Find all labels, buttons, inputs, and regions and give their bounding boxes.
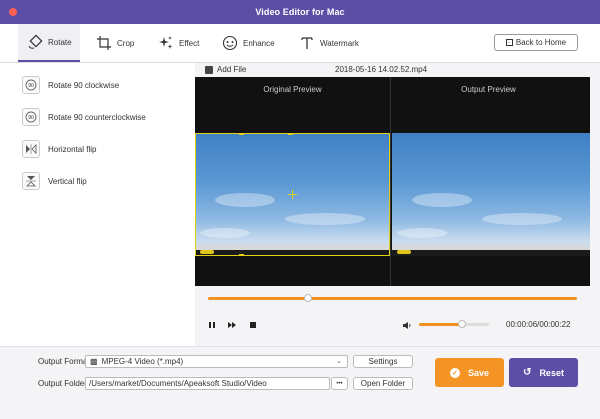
original-preview-label: Original Preview [263, 85, 322, 94]
output-format-label: Output Format: [38, 357, 92, 366]
window-title: Video Editor for Mac [255, 7, 345, 17]
rotate-options-panel: 90 Rotate 90 clockwise 90 Rotate 90 coun… [0, 63, 196, 346]
rotate-clockwise-option[interactable]: 90 Rotate 90 clockwise [22, 75, 119, 95]
crop-icon [97, 36, 111, 50]
back-to-home-button[interactable]: ← Back to Home [494, 34, 578, 51]
reset-icon: ↺ [523, 367, 532, 378]
edit-toolbar: Rotate Crop Effect Enhance Watermark ← B… [0, 24, 600, 63]
fast-forward-icon [227, 322, 236, 328]
progress-bar[interactable] [208, 297, 577, 300]
chevron-down-icon: ⌄ [336, 358, 342, 365]
rotate-clockwise-label: Rotate 90 clockwise [48, 80, 120, 90]
rotate-counterclockwise-label: Rotate 90 counterclockwise [48, 112, 146, 122]
playback-controls: 00:00:06/00:00:22 [195, 286, 590, 346]
tab-watermark[interactable]: Watermark [299, 24, 359, 62]
reset-button[interactable]: ↺ Reset [509, 358, 578, 387]
tab-enhance[interactable]: Enhance [222, 24, 275, 62]
fast-forward-button[interactable] [226, 319, 238, 331]
output-folder-value: /Users/market/Documents/Apeaksoft Studio… [89, 379, 267, 388]
crosshair-icon [288, 190, 297, 199]
pause-button[interactable] [206, 319, 218, 331]
preview-divider [390, 77, 391, 286]
svg-text:90: 90 [28, 115, 34, 121]
settings-button[interactable]: Settings [353, 355, 413, 368]
browse-folder-button[interactable]: ••• [331, 377, 348, 390]
tab-effect[interactable]: Effect [158, 24, 199, 62]
file-bar: Add File 2018-05-16 14.02.52.mp4 [195, 63, 590, 77]
arrow-left-box-icon: ← [505, 39, 513, 46]
save-label: Save [467, 367, 490, 378]
rotate-counterclockwise-option[interactable]: 90 Rotate 90 counterclockwise [22, 107, 146, 127]
tab-watermark-label: Watermark [320, 38, 359, 48]
output-preview-label: Output Preview [461, 85, 516, 94]
tab-rotate-label: Rotate [48, 37, 72, 47]
volume-slider[interactable] [419, 323, 461, 326]
add-file-button[interactable]: Add File [205, 65, 246, 74]
horizontal-flip-icon [22, 140, 40, 158]
time-display: 00:00:06/00:00:22 [506, 320, 571, 329]
output-folder-label: Output Folder: [38, 379, 90, 388]
stop-icon [250, 322, 256, 328]
watermark-icon [301, 37, 313, 49]
tab-crop[interactable]: Crop [96, 24, 134, 62]
crop-handle[interactable] [288, 133, 293, 135]
output-format-value: MPEG-4 Video (*.mp4) [101, 357, 184, 366]
original-video-frame[interactable] [195, 133, 390, 256]
output-folder-field[interactable]: /Users/market/Documents/Apeaksoft Studio… [85, 377, 330, 390]
svg-text:90: 90 [28, 83, 34, 89]
file-name: 2018-05-16 14.02.52.mp4 [335, 65, 428, 74]
tab-enhance-label: Enhance [243, 38, 275, 48]
crop-handle[interactable] [239, 133, 244, 135]
output-video-frame [392, 133, 590, 256]
volume-button[interactable] [401, 319, 413, 331]
rotate-icon [28, 34, 43, 49]
tab-rotate[interactable]: Rotate [18, 24, 80, 62]
pause-icon [209, 322, 215, 328]
back-to-home-label: Back to Home [515, 38, 567, 47]
reset-label: Reset [539, 367, 564, 378]
enhance-icon [222, 35, 238, 51]
vertical-flip-label: Vertical flip [48, 176, 87, 186]
check-circle-icon: ✓ [449, 367, 460, 378]
rotate-clockwise-icon: 90 [22, 76, 40, 94]
output-settings: Output Format: ▩ MPEG-4 Video (*.mp4) ⌄ … [0, 346, 600, 419]
film-icon [205, 65, 213, 74]
title-bar: Video Editor for Mac [0, 0, 600, 24]
progress-thumb[interactable] [303, 294, 312, 302]
app-window: Video Editor for Mac Rotate Crop Effect … [0, 0, 600, 419]
tab-crop-label: Crop [117, 38, 135, 48]
stop-button[interactable] [247, 319, 259, 331]
save-button[interactable]: ✓ Save [435, 358, 504, 387]
crop-handle[interactable] [239, 254, 244, 256]
add-file-label: Add File [217, 65, 247, 74]
vertical-flip-option[interactable]: Vertical flip [22, 171, 87, 191]
video-format-icon: ▩ [90, 357, 98, 366]
preview-area: Original Preview Output Preview [195, 77, 590, 286]
volume-thumb[interactable] [458, 320, 466, 328]
horizontal-flip-label: Horizontal flip [48, 144, 97, 154]
horizontal-flip-option[interactable]: Horizontal flip [22, 139, 96, 159]
effect-icon [159, 36, 173, 49]
tab-effect-label: Effect [179, 38, 200, 48]
rotate-counterclockwise-icon: 90 [22, 108, 40, 126]
speaker-icon [403, 321, 411, 329]
open-folder-button[interactable]: Open Folder [353, 377, 413, 390]
vertical-flip-icon [22, 172, 40, 190]
output-format-select[interactable]: ▩ MPEG-4 Video (*.mp4) ⌄ [85, 355, 348, 368]
